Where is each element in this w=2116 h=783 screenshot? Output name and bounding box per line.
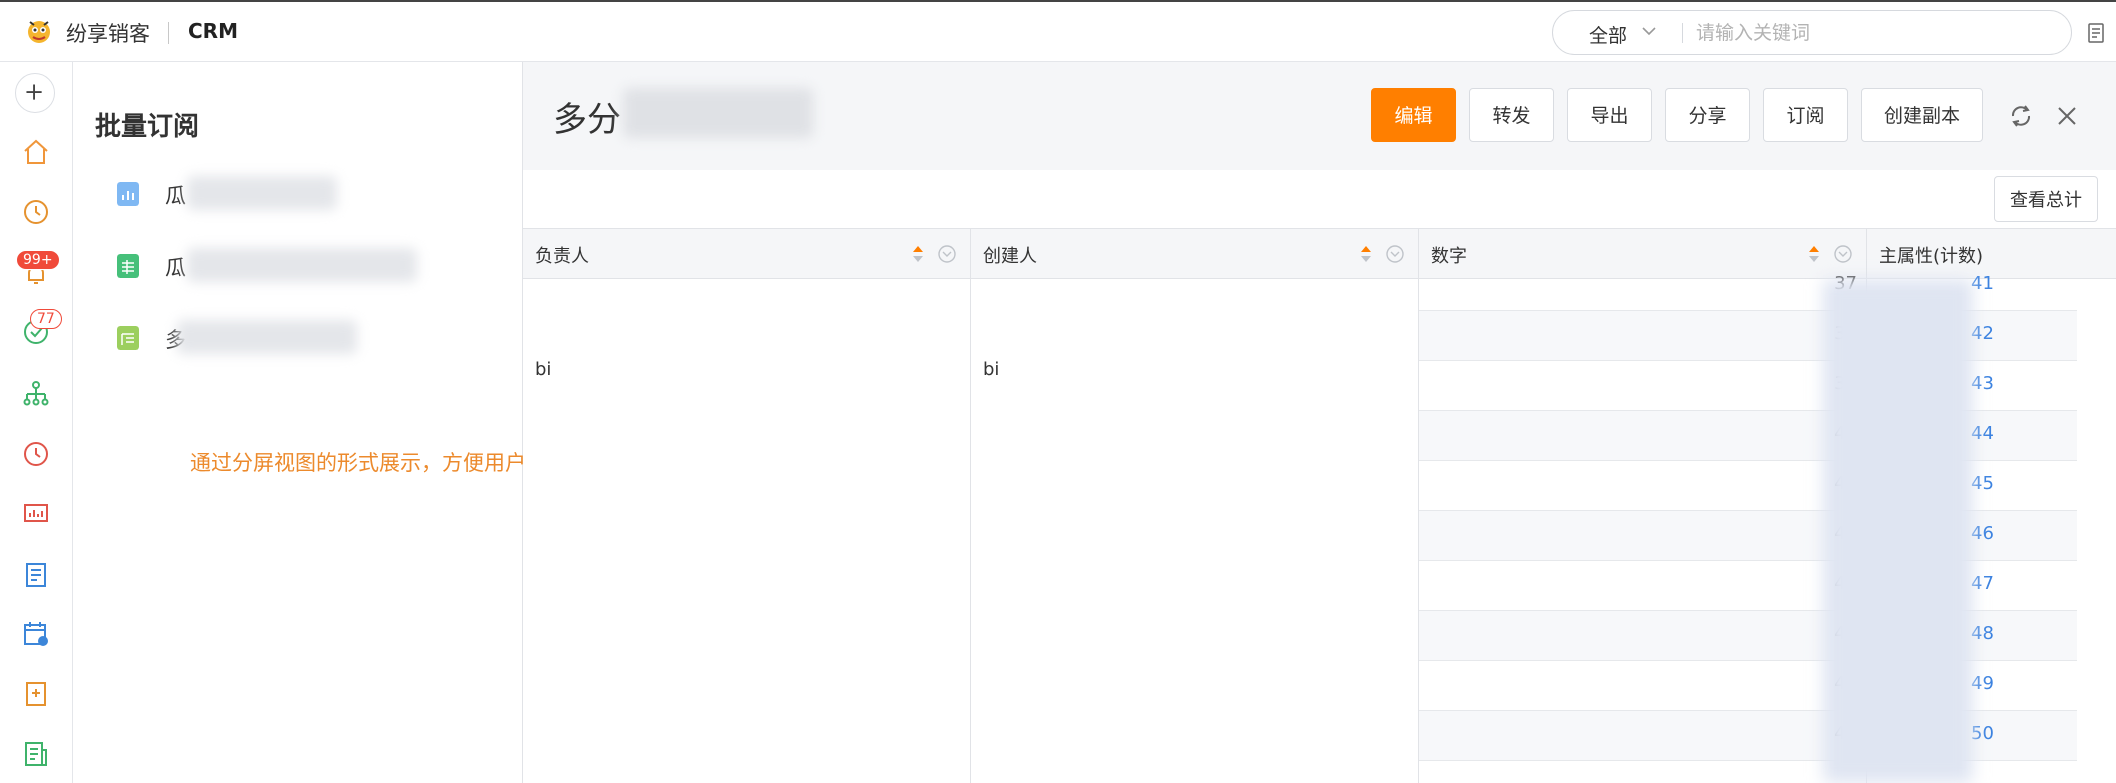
- report-title: 多分: [553, 100, 621, 140]
- owner-column: bi: [523, 279, 971, 783]
- number-column: 37383940414243444546: [1419, 273, 1867, 783]
- view-total-button[interactable]: 查看总计: [1994, 176, 2098, 222]
- column-header-creator[interactable]: 创建人: [971, 229, 1419, 279]
- global-search: 全部: [1552, 10, 2072, 55]
- document-icon[interactable]: [2086, 22, 2108, 44]
- count-link[interactable]: 42: [1971, 323, 1994, 344]
- owner-cell[interactable]: bi: [535, 359, 551, 380]
- table-row: 45: [1419, 661, 1867, 711]
- table-toolbar: [523, 170, 2116, 228]
- clock-icon[interactable]: [20, 196, 52, 228]
- subscription-list-panel: 批量订阅 瓜 瓜 多: [73, 62, 523, 783]
- subscription-item-label: 瓜: [165, 256, 186, 280]
- count-link[interactable]: 47: [1971, 573, 1994, 594]
- column-header-label: 创建人: [983, 246, 1037, 267]
- subscribe-button[interactable]: 订阅: [1763, 88, 1848, 142]
- table-row: 43: [1419, 561, 1867, 611]
- brand-name: 纷享销客: [66, 22, 150, 46]
- nav-rail: 99+ 77: [0, 62, 73, 783]
- dashboard-icon[interactable]: [20, 498, 52, 530]
- edit-button[interactable]: 编辑: [1371, 88, 1456, 142]
- sheet-report-icon: [117, 254, 139, 278]
- subscription-item-label: 瓜: [165, 184, 186, 208]
- report-list-icon[interactable]: [20, 738, 52, 770]
- report-header: 多分 编辑 转发 导出 分享 订阅 创建副本: [523, 62, 2116, 170]
- sort-icon[interactable]: [1359, 243, 1373, 265]
- redacted-text: [187, 176, 337, 210]
- table-row: 39: [1419, 361, 1867, 411]
- history-icon[interactable]: [20, 438, 52, 470]
- refresh-icon[interactable]: [2007, 102, 2035, 130]
- filter-dropdown-icon[interactable]: [1385, 244, 1405, 264]
- clipboard-icon[interactable]: [20, 558, 52, 590]
- table-row: 42: [1419, 511, 1867, 561]
- count-link[interactable]: 44: [1971, 423, 1994, 444]
- filter-dropdown-icon[interactable]: [937, 244, 957, 264]
- redacted-text: [187, 248, 417, 282]
- table-row: 40: [1419, 411, 1867, 461]
- search-input[interactable]: [1694, 17, 2058, 49]
- top-bar: 纷享销客 CRM 全部: [0, 0, 2116, 62]
- count-link[interactable]: 43: [1971, 373, 1994, 394]
- creator-cell[interactable]: bi: [983, 359, 999, 380]
- column-header-owner[interactable]: 负责人: [523, 229, 971, 279]
- share-button[interactable]: 分享: [1665, 88, 1750, 142]
- creator-column: bi: [971, 279, 1419, 783]
- table-row: 38: [1419, 311, 1867, 361]
- chart-report-icon: [117, 182, 139, 206]
- count-link[interactable]: 45: [1971, 473, 1994, 494]
- home-icon[interactable]: [20, 136, 52, 168]
- bookmark-add-icon[interactable]: [20, 678, 52, 710]
- search-scope-select[interactable]: 全部: [1589, 21, 1627, 48]
- table-row: 44: [1419, 611, 1867, 661]
- annotation-caption: 通过分屏视图的形式展示，方便用户查看: [190, 451, 568, 475]
- notification-badge: 99+: [16, 250, 60, 270]
- product-name: CRM: [188, 19, 238, 43]
- count-link[interactable]: 48: [1971, 623, 1994, 644]
- create-copy-button[interactable]: 创建副本: [1861, 88, 1983, 142]
- redacted-title: [623, 88, 813, 138]
- count-link[interactable]: 49: [1971, 673, 1994, 694]
- redacted-text: [177, 320, 357, 354]
- panel-title: 批量订阅: [95, 112, 200, 142]
- table-row: 46: [1419, 711, 1867, 761]
- report-view: 多分 编辑 转发 导出 分享 订阅 创建副本 查看总计 负责人 创建人 数字 主…: [523, 62, 2116, 783]
- plus-icon: [26, 84, 42, 100]
- calendar-icon[interactable]: [20, 618, 52, 650]
- export-button[interactable]: 导出: [1567, 88, 1652, 142]
- approval-badge: 77: [30, 309, 62, 329]
- brand-divider: [168, 22, 169, 44]
- forward-button[interactable]: 转发: [1469, 88, 1554, 142]
- count-link[interactable]: 46: [1971, 523, 1994, 544]
- search-divider: [1682, 23, 1683, 43]
- table-row: 41: [1419, 461, 1867, 511]
- redacted-column: [1823, 279, 1973, 783]
- chevron-down-icon[interactable]: [1639, 21, 1659, 41]
- sort-icon[interactable]: [911, 243, 925, 265]
- add-button[interactable]: [15, 73, 55, 113]
- report-table: 负责人 创建人 数字 主属性(计数) bi bi 41 42 43 44 45 …: [523, 228, 2116, 783]
- table-row: 37: [1419, 261, 1867, 311]
- brand-logo-icon[interactable]: [24, 16, 54, 46]
- pivot-report-icon: [117, 326, 139, 350]
- org-chart-icon[interactable]: [20, 378, 52, 410]
- column-header-label: 负责人: [535, 246, 589, 267]
- close-icon[interactable]: [2053, 102, 2081, 130]
- count-link[interactable]: 50: [1971, 723, 1994, 744]
- count-link[interactable]: 41: [1971, 273, 1994, 294]
